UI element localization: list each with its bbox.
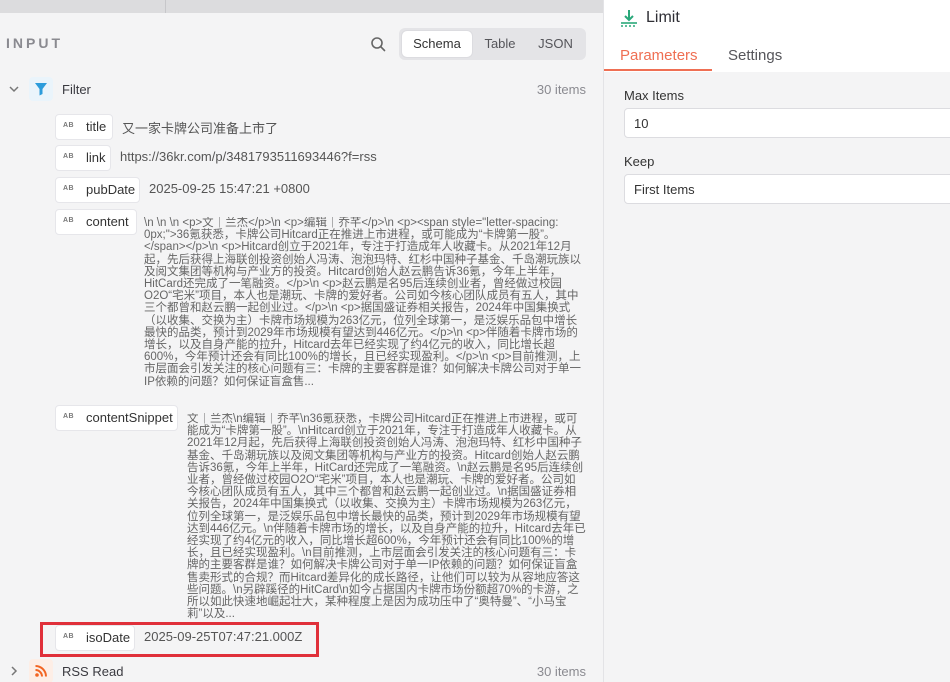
input-panel-title: INPUT bbox=[6, 35, 63, 51]
node-settings-panel: Limit Parameters Settings Max Items 10 K… bbox=[603, 0, 950, 682]
node-item-count: 30 items bbox=[536, 82, 586, 97]
field-pill[interactable]: AB link bbox=[55, 145, 111, 171]
node-name: RSS Read bbox=[62, 664, 124, 679]
tab-schema[interactable]: Schema bbox=[402, 31, 472, 57]
field-value: \n \n \n <p>文｜兰杰</p>\n <p>编辑｜乔芊</p>\n <p… bbox=[144, 217, 581, 388]
field-name: link bbox=[86, 150, 106, 165]
string-type-icon: AB bbox=[63, 185, 75, 192]
max-items-value: 10 bbox=[634, 116, 649, 131]
filter-icon bbox=[29, 77, 53, 101]
string-type-icon: AB bbox=[63, 153, 75, 160]
max-items-label: Max Items bbox=[624, 88, 684, 103]
keep-select[interactable]: First Items bbox=[624, 174, 950, 204]
string-type-icon: AB bbox=[63, 122, 75, 129]
active-tab-underline bbox=[604, 69, 712, 71]
field-value: 又一家卡牌公司准备上市了 bbox=[122, 121, 279, 136]
tab-json[interactable]: JSON bbox=[528, 31, 583, 57]
field-value: https://36kr.com/p/3481793511693446?f=rs… bbox=[120, 149, 377, 164]
view-mode-switch: Schema Table JSON bbox=[399, 28, 586, 60]
top-strip bbox=[0, 0, 603, 13]
field-value: 2025-09-25 15:47:21 +0800 bbox=[149, 181, 310, 196]
string-type-icon: AB bbox=[63, 217, 75, 224]
input-panel: INPUT Schema Table JSON Filter 30 items … bbox=[0, 13, 603, 682]
node-item-count: 30 items bbox=[536, 664, 586, 679]
field-pill[interactable]: AB pubDate bbox=[55, 177, 140, 203]
keep-label: Keep bbox=[624, 154, 655, 169]
limit-icon bbox=[621, 10, 637, 27]
field-pill[interactable]: AB contentSnippet bbox=[55, 405, 178, 431]
rss-icon bbox=[29, 659, 53, 682]
node-title: Limit bbox=[646, 9, 680, 26]
field-pill[interactable]: AB title bbox=[55, 114, 113, 140]
field-value: 文｜兰杰\n编辑｜乔芊\n36氪获悉，卡牌公司Hitcard正在推进上市进程，或… bbox=[187, 413, 586, 621]
tab-table[interactable]: Table bbox=[474, 31, 526, 57]
field-pill[interactable]: AB content bbox=[55, 209, 137, 235]
chevron-right-icon[interactable] bbox=[8, 665, 20, 677]
field-name: title bbox=[86, 119, 107, 134]
keep-value: First Items bbox=[634, 182, 695, 197]
tab-parameters[interactable]: Parameters bbox=[620, 47, 698, 64]
top-strip-divider bbox=[165, 0, 166, 13]
field-name: contentSnippet bbox=[86, 410, 173, 425]
node-name: Filter bbox=[62, 82, 91, 97]
parameters-body: Max Items 10 Keep First Items bbox=[604, 72, 950, 682]
settings-tabs: Parameters Settings bbox=[604, 44, 950, 73]
string-type-icon: AB bbox=[63, 413, 75, 420]
tab-settings[interactable]: Settings bbox=[728, 47, 782, 64]
highlight-box bbox=[40, 622, 319, 657]
field-name: content bbox=[86, 214, 129, 229]
chevron-down-icon[interactable] bbox=[8, 83, 20, 95]
node-row-filter[interactable]: Filter 30 items bbox=[0, 77, 603, 105]
field-name: pubDate bbox=[86, 182, 136, 197]
max-items-input[interactable]: 10 bbox=[624, 108, 950, 138]
node-row-rss-read[interactable]: RSS Read 30 items bbox=[0, 659, 603, 682]
search-icon[interactable] bbox=[370, 36, 386, 52]
